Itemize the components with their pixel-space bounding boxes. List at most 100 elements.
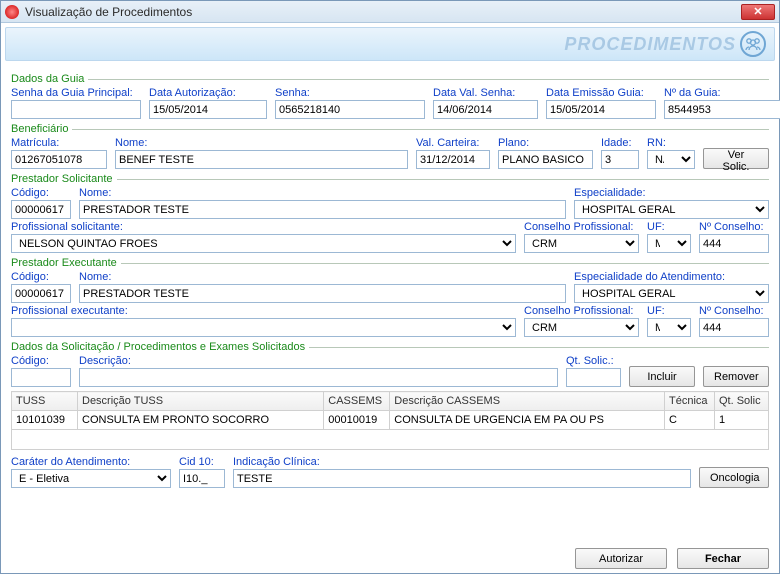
plano-input[interactable]	[498, 150, 593, 169]
th-qt: Qt. Solic	[715, 392, 769, 411]
proc-codigo-input[interactable]	[11, 368, 71, 387]
group-prest-sol: Prestador Solicitante	[11, 173, 769, 185]
autorizar-button[interactable]: Autorizar	[575, 548, 667, 569]
idade-label: Idade:	[601, 137, 639, 149]
senha-guia-principal-input[interactable]	[11, 100, 141, 119]
exe-especialidade-select[interactable]: HOSPITAL GERAL	[574, 284, 769, 303]
content: Dados da Guia Senha da Guia Principal: D…	[1, 65, 779, 496]
divider	[72, 129, 769, 130]
banner-text: PROCEDIMENTOS	[564, 34, 736, 55]
cell-cassems: 00010019	[324, 411, 390, 430]
th-desc-tuss: Descrição TUSS	[78, 392, 324, 411]
remover-button[interactable]: Remover	[703, 366, 769, 387]
val-carteira-label: Val. Carteira:	[416, 137, 490, 149]
cell-desc-tuss: CONSULTA EM PRONTO SOCORRO	[78, 411, 324, 430]
indicacao-input[interactable]	[233, 469, 691, 488]
footer: Autorizar Fechar	[575, 548, 769, 569]
sol-no-conselho-input[interactable]	[699, 234, 769, 253]
sol-codigo-input[interactable]	[11, 200, 71, 219]
exe-no-conselho-input[interactable]	[699, 318, 769, 337]
exe-nome-input[interactable]	[79, 284, 566, 303]
divider	[121, 263, 769, 264]
matricula-label: Matrícula:	[11, 137, 107, 149]
th-tuss: TUSS	[12, 392, 78, 411]
cell-desc-cassems: CONSULTA DE URGENCIA EM PA OU PS	[390, 411, 665, 430]
no-guia-label: Nº da Guia:	[664, 87, 780, 99]
table-header-row: TUSS Descrição TUSS CASSEMS Descrição CA…	[12, 392, 769, 411]
table-row[interactable]: 10101039 CONSULTA EM PRONTO SOCORRO 0001…	[12, 411, 769, 430]
data-emissao-guia-label: Data Emissão Guia:	[546, 87, 656, 99]
app-icon	[5, 5, 19, 19]
exe-no-conselho-label: Nº Conselho:	[699, 305, 769, 317]
group-benef: Beneficiário	[11, 123, 769, 135]
people-icon	[740, 31, 766, 57]
indicacao-label: Indicação Clínica:	[233, 456, 691, 468]
sol-nome-input[interactable]	[79, 200, 566, 219]
sol-especialidade-select[interactable]: HOSPITAL GERAL	[574, 200, 769, 219]
procedimentos-table: TUSS Descrição TUSS CASSEMS Descrição CA…	[11, 391, 769, 450]
group-guia: Dados da Guia	[11, 73, 769, 85]
proc-descricao-label: Descrição:	[79, 355, 558, 367]
oncologia-button[interactable]: Oncologia	[699, 467, 769, 488]
senha-input[interactable]	[275, 100, 425, 119]
sol-no-conselho-label: Nº Conselho:	[699, 221, 769, 233]
no-guia-input[interactable]	[664, 100, 780, 119]
cell-tuss: 10101039	[12, 411, 78, 430]
sol-uf-select[interactable]: MS	[647, 234, 691, 253]
banner: PROCEDIMENTOS	[5, 27, 775, 61]
group-prest-sol-label: Prestador Solicitante	[11, 173, 113, 185]
sol-especialidade-label: Especialidade:	[574, 187, 769, 199]
cell-qt: 1	[715, 411, 769, 430]
sol-conselho-label: Conselho Profissional:	[524, 221, 639, 233]
exe-nome-label: Nome:	[79, 271, 566, 283]
data-val-senha-label: Data Val. Senha:	[433, 87, 538, 99]
sol-nome-label: Nome:	[79, 187, 566, 199]
rn-select[interactable]: NÃO	[647, 150, 695, 169]
proc-descricao-input[interactable]	[79, 368, 558, 387]
proc-qt-input[interactable]	[566, 368, 621, 387]
divider	[309, 347, 769, 348]
window: Visualização de Procedimentos ✕ PROCEDIM…	[0, 0, 780, 574]
data-emissao-guia-input[interactable]	[546, 100, 656, 119]
cid10-input[interactable]	[179, 469, 225, 488]
exe-uf-select[interactable]: MS	[647, 318, 691, 337]
sol-codigo-label: Código:	[11, 187, 71, 199]
carater-select[interactable]: E - Eletiva	[11, 469, 171, 488]
group-dados-sol: Dados da Solicitação / Procedimentos e E…	[11, 341, 769, 353]
titlebar: Visualização de Procedimentos ✕	[1, 1, 779, 23]
matricula-input[interactable]	[11, 150, 107, 169]
divider	[117, 179, 770, 180]
exe-codigo-input[interactable]	[11, 284, 71, 303]
cell-tecnica: C	[665, 411, 715, 430]
data-autorizacao-label: Data Autorização:	[149, 87, 267, 99]
exe-conselho-select[interactable]: CRM	[524, 318, 639, 337]
group-prest-exe-label: Prestador Executante	[11, 257, 117, 269]
prof-exe-select[interactable]	[11, 318, 516, 337]
carater-label: Caráter do Atendimento:	[11, 456, 171, 468]
close-icon[interactable]: ✕	[741, 4, 775, 20]
benef-nome-label: Nome:	[115, 137, 408, 149]
data-autorizacao-input[interactable]	[149, 100, 267, 119]
proc-qt-label: Qt. Solic.:	[566, 355, 621, 367]
incluir-button[interactable]: Incluir	[629, 366, 695, 387]
val-carteira-input[interactable]	[416, 150, 490, 169]
senha-guia-principal-label: Senha da Guia Principal:	[11, 87, 141, 99]
prof-sol-label: Profissional solicitante:	[11, 221, 516, 233]
data-val-senha-input[interactable]	[433, 100, 538, 119]
sol-conselho-select[interactable]: CRM	[524, 234, 639, 253]
fechar-button[interactable]: Fechar	[677, 548, 769, 569]
prof-exe-label: Profissional executante:	[11, 305, 516, 317]
senha-label: Senha:	[275, 87, 425, 99]
benef-nome-input[interactable]	[115, 150, 408, 169]
rn-label: RN:	[647, 137, 695, 149]
exe-especialidade-label: Especialidade do Atendimento:	[574, 271, 769, 283]
exe-conselho-label: Conselho Profissional:	[524, 305, 639, 317]
plano-label: Plano:	[498, 137, 593, 149]
cid10-label: Cid 10:	[179, 456, 225, 468]
proc-codigo-label: Código:	[11, 355, 71, 367]
th-cassems: CASSEMS	[324, 392, 390, 411]
group-dados-sol-label: Dados da Solicitação / Procedimentos e E…	[11, 341, 305, 353]
prof-sol-select[interactable]: NELSON QUINTAO FROES	[11, 234, 516, 253]
idade-input[interactable]	[601, 150, 639, 169]
ver-solic-button[interactable]: Ver Solic.	[703, 148, 769, 169]
